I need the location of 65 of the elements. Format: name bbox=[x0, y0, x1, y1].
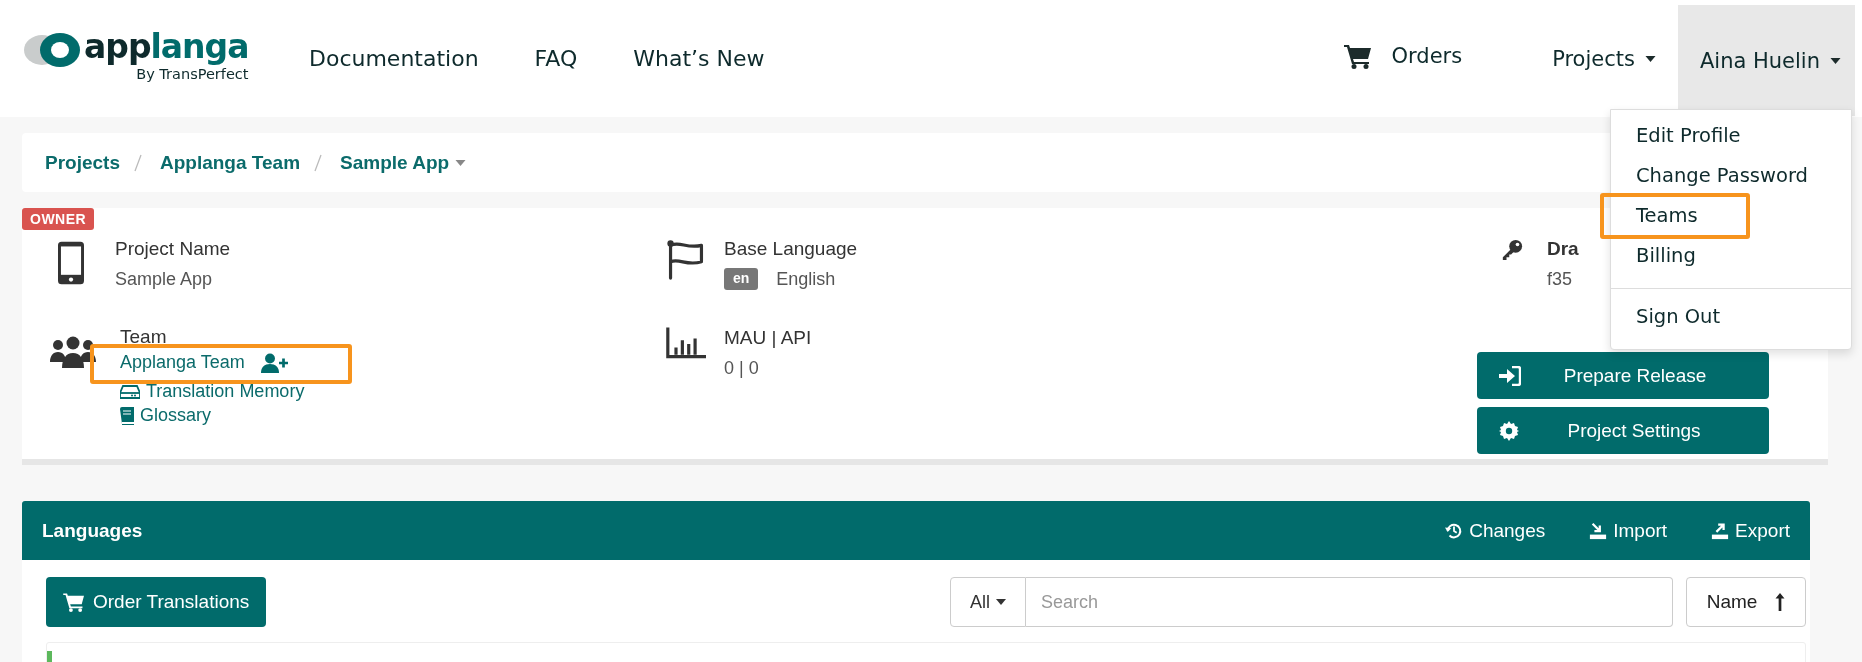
field-value: f35 bbox=[1547, 268, 1574, 290]
bar-chart-icon bbox=[666, 327, 706, 359]
import-icon bbox=[1589, 521, 1608, 540]
users-icon bbox=[50, 336, 96, 368]
logo-tagline: By TransPerfect bbox=[136, 65, 249, 82]
search-field[interactable]: Search bbox=[1026, 577, 1673, 627]
team-link[interactable]: Applanga Team bbox=[120, 352, 245, 373]
caret-icon bbox=[996, 599, 1006, 605]
prepare-release-button[interactable]: Prepare Release bbox=[1477, 352, 1769, 399]
breadcrumb-separator bbox=[314, 153, 323, 172]
book-icon bbox=[120, 406, 134, 425]
logo-wordmark: applanga bbox=[84, 27, 249, 66]
caret-icon bbox=[455, 159, 467, 166]
action-label[interactable]: Export bbox=[1735, 519, 1790, 542]
link-label[interactable]: Glossary bbox=[140, 405, 211, 426]
field-label: MAU | API bbox=[724, 327, 812, 349]
export-link[interactable]: Export bbox=[1711, 519, 1790, 542]
field-label: Base Language bbox=[724, 238, 858, 260]
cart-icon bbox=[1343, 42, 1372, 69]
action-label[interactable]: Import bbox=[1613, 519, 1668, 542]
breadcrumb-separator bbox=[134, 153, 142, 172]
sort-button[interactable]: Name bbox=[1686, 577, 1806, 627]
import-link[interactable]: Import bbox=[1589, 519, 1668, 542]
panel-title: Languages bbox=[42, 519, 143, 542]
order-translations-button[interactable]: Order Translations bbox=[46, 577, 267, 627]
caret-icon bbox=[1644, 55, 1656, 62]
menu-item[interactable]: Sign Out bbox=[1611, 297, 1851, 337]
menu-item[interactable]: Billing bbox=[1611, 236, 1851, 276]
field-value: Sample App bbox=[115, 268, 214, 290]
action-label[interactable]: Changes bbox=[1469, 519, 1546, 542]
field-label: Project Name bbox=[115, 238, 231, 260]
nav-link[interactable]: What’s New bbox=[633, 46, 765, 71]
settings-icon bbox=[1499, 420, 1519, 441]
filter-dropdown[interactable]: All bbox=[950, 577, 1026, 627]
settings-button[interactable]: Project Settings bbox=[1477, 407, 1769, 454]
field-label: Dra bbox=[1547, 238, 1579, 260]
breadcrumb-link[interactable]: Applanga Team bbox=[160, 151, 301, 174]
field-value: 0 | 0 bbox=[724, 357, 760, 379]
nav-link[interactable]: FAQ bbox=[534, 46, 578, 71]
arrow-up-icon bbox=[1775, 593, 1786, 611]
history-icon bbox=[1445, 521, 1464, 540]
menu-item[interactable]: Change Password bbox=[1611, 156, 1851, 196]
resource-link[interactable]: Glossary bbox=[120, 405, 305, 426]
add-user-icon[interactable] bbox=[260, 352, 288, 373]
flag-icon bbox=[666, 238, 706, 280]
field-label: Team bbox=[120, 326, 168, 348]
user-menu[interactable]: Aina Huelin bbox=[1677, 5, 1855, 116]
language-code-badge: en bbox=[724, 268, 759, 290]
cart-icon bbox=[63, 592, 85, 612]
projects-menu[interactable]: Projects bbox=[1552, 46, 1656, 71]
menu-item[interactable]: Edit Profile bbox=[1611, 116, 1851, 156]
history-link[interactable]: Changes bbox=[1445, 519, 1546, 542]
owner-badge: OWNER bbox=[22, 208, 95, 230]
breadcrumb-link[interactable]: Sample App bbox=[340, 151, 467, 174]
sign-in-icon bbox=[1499, 365, 1521, 386]
menu-item[interactable]: Teams bbox=[1600, 193, 1750, 239]
breadcrumb-link[interactable]: Projects bbox=[45, 151, 120, 174]
logo-icon bbox=[22, 31, 82, 68]
key-icon bbox=[1501, 239, 1523, 261]
drive-icon bbox=[120, 384, 140, 399]
nav-link[interactable]: Documentation bbox=[309, 46, 479, 71]
caret-icon bbox=[1830, 57, 1841, 64]
export-icon bbox=[1711, 521, 1730, 540]
field-value: English bbox=[776, 268, 836, 290]
orders-link[interactable]: Orders bbox=[1343, 42, 1463, 69]
